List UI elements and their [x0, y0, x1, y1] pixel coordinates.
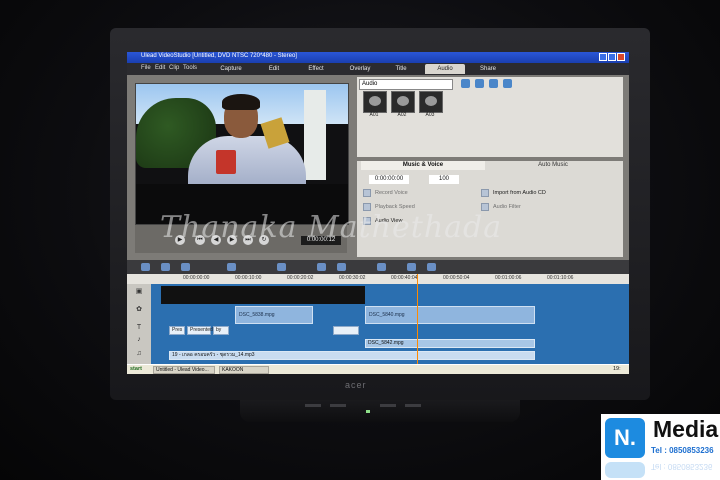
redo-icon[interactable] — [377, 263, 386, 271]
taskbar-clock: 19: — [613, 366, 621, 372]
title-clip[interactable]: Pres — [169, 326, 185, 335]
preview-person-hair — [222, 94, 260, 110]
step-effect[interactable]: Effect — [299, 64, 333, 74]
power-led — [366, 410, 370, 413]
library-panel: Audio A01 A02 A03 — [357, 77, 623, 157]
step-audio[interactable]: Audio — [425, 64, 465, 74]
music-track-icon: ♫ — [136, 350, 142, 357]
preview-window — [135, 83, 349, 225]
options-icon[interactable] — [503, 79, 512, 88]
start-button[interactable]: start — [130, 366, 142, 372]
video-clip-label: DSC_5838.mpg — [239, 312, 275, 318]
menu-bar: File Edit Clip Tools Capture Edit Effect… — [127, 63, 629, 75]
library-thumb[interactable] — [419, 91, 443, 113]
library-thumb-label: A03 — [425, 112, 435, 118]
menu-tools[interactable]: Tools — [183, 65, 197, 71]
minimize-button[interactable] — [599, 53, 607, 61]
title-track-icon: T — [136, 324, 142, 331]
step-capture[interactable]: Capture — [211, 64, 251, 74]
ruler-tick: 00:00:30:02 — [339, 275, 366, 281]
zoom-out-icon[interactable] — [227, 263, 236, 271]
storyboard-view-icon[interactable] — [141, 263, 150, 271]
track-headers: ▣ ✿ T ♪ ♫ — [127, 284, 151, 364]
smart-proxy-icon[interactable] — [407, 263, 416, 271]
maximize-button[interactable] — [608, 53, 616, 61]
menu-clip[interactable]: Clip — [169, 65, 179, 71]
monitor-button[interactable] — [380, 404, 396, 407]
zoom-in-icon[interactable] — [277, 263, 286, 271]
volume-field[interactable]: 100 — [429, 175, 459, 184]
timeline-ruler[interactable]: 00:00:00:00 00:00:10:00 00:00:20:02 00:0… — [127, 274, 629, 284]
title-bar: Ulead VideoStudio [Untitled, DVD NTSC 72… — [127, 52, 629, 63]
ruler-tick: 00:01:00:06 — [495, 275, 522, 281]
timeline-view-icon[interactable] — [161, 263, 170, 271]
track-manager-icon[interactable] — [427, 263, 436, 271]
library-thumb-label: A02 — [397, 112, 407, 118]
library-thumb[interactable] — [363, 91, 387, 113]
video-clip[interactable]: DSC_5838.mpg — [235, 306, 313, 324]
library-thumb-label: A01 — [369, 112, 379, 118]
taskbar: start Untitled - Ulead Video... KAKOON 1… — [127, 364, 629, 374]
logo-mark: N. — [605, 418, 645, 458]
ruler-tick: 00:00:20:02 — [287, 275, 314, 281]
monitor-button[interactable] — [305, 404, 321, 407]
ruler-tick: 00:00:50:04 — [443, 275, 470, 281]
music-clip[interactable]: 19 - เกลอ ครอบครัว - ชุดรวม_14.mp3 — [169, 351, 535, 360]
ruler-tick: 00:00:40:04 — [391, 275, 418, 281]
overlay-clip[interactable]: DSC_5842.mpg — [365, 339, 535, 348]
logo-wordmark: Media — [653, 416, 719, 442]
logo-phone: Tel : 0850853236 — [651, 446, 714, 455]
monitor-button[interactable] — [405, 404, 421, 407]
step-share[interactable]: Share — [471, 64, 505, 74]
video-clip[interactable]: DSC_5840.mpg — [365, 306, 535, 324]
voice-track-icon: ♪ — [137, 336, 141, 343]
tab-auto-music[interactable]: Auto Music — [491, 161, 615, 170]
logo-reflection: Tel : 0850853236 — [605, 462, 717, 478]
close-button[interactable] — [617, 53, 625, 61]
step-title[interactable]: Title — [385, 64, 417, 74]
timeline-tracks: ▣ ✿ T ♪ ♫ DSC_5838.mpg DSC_5840.mpg Pres… — [127, 284, 629, 364]
taskbar-button[interactable]: KAKOON — [219, 366, 269, 374]
import-cd-button[interactable]: Import from Audio CD — [493, 190, 546, 196]
window-title: Ulead VideoStudio [Untitled, DVD NTSC 72… — [141, 53, 297, 59]
overlay-track-icon: ✿ — [136, 306, 142, 313]
folder-icon[interactable] — [461, 79, 470, 88]
preview-pillar — [304, 90, 326, 180]
duration-field[interactable]: 0:00:00:00 — [369, 175, 409, 184]
record-icon[interactable] — [363, 189, 371, 197]
video-track-clip[interactable] — [161, 286, 365, 304]
library-category-select[interactable]: Audio — [359, 79, 453, 90]
record-voice-button[interactable]: Record Voice — [375, 190, 408, 196]
library-thumb[interactable] — [391, 91, 415, 113]
tab-music-voice[interactable]: Music & Voice — [361, 161, 485, 170]
taskbar-button[interactable]: Untitled - Ulead Video... — [153, 366, 215, 374]
monitor-button[interactable] — [330, 404, 346, 407]
ruler-tick: 00:00:10:00 — [235, 275, 262, 281]
title-clip[interactable] — [333, 326, 359, 335]
playhead[interactable] — [417, 274, 418, 366]
title-clip[interactable]: by — [213, 326, 229, 335]
audio-view-icon[interactable] — [181, 263, 190, 271]
ruler-tick: 00:00:00:00 — [183, 275, 210, 281]
video-track-icon: ▣ — [135, 288, 143, 295]
timeline-toolbar — [127, 260, 629, 274]
video-clip-label: DSC_5840.mpg — [369, 312, 405, 318]
watermark-text: Thanaka Mathethada — [160, 210, 503, 245]
fit-project-icon[interactable] — [317, 263, 326, 271]
menu-edit[interactable]: Edit — [155, 65, 165, 71]
title-clip[interactable]: Presented — [187, 326, 213, 335]
ruler-tick: 00:01:10:06 — [547, 275, 574, 281]
nmedia-logo: N. Media Tel : 0850853236 Tel : 08508532… — [601, 414, 720, 480]
step-edit[interactable]: Edit — [257, 64, 291, 74]
undo-icon[interactable] — [337, 263, 346, 271]
monitor-brand: acer — [345, 380, 367, 390]
menu-file[interactable]: File — [141, 65, 151, 71]
import-icon[interactable] — [475, 79, 484, 88]
cd-icon[interactable] — [481, 189, 489, 197]
view-icon[interactable] — [489, 79, 498, 88]
step-overlay[interactable]: Overlay — [341, 64, 379, 74]
preview-cup — [216, 150, 236, 174]
